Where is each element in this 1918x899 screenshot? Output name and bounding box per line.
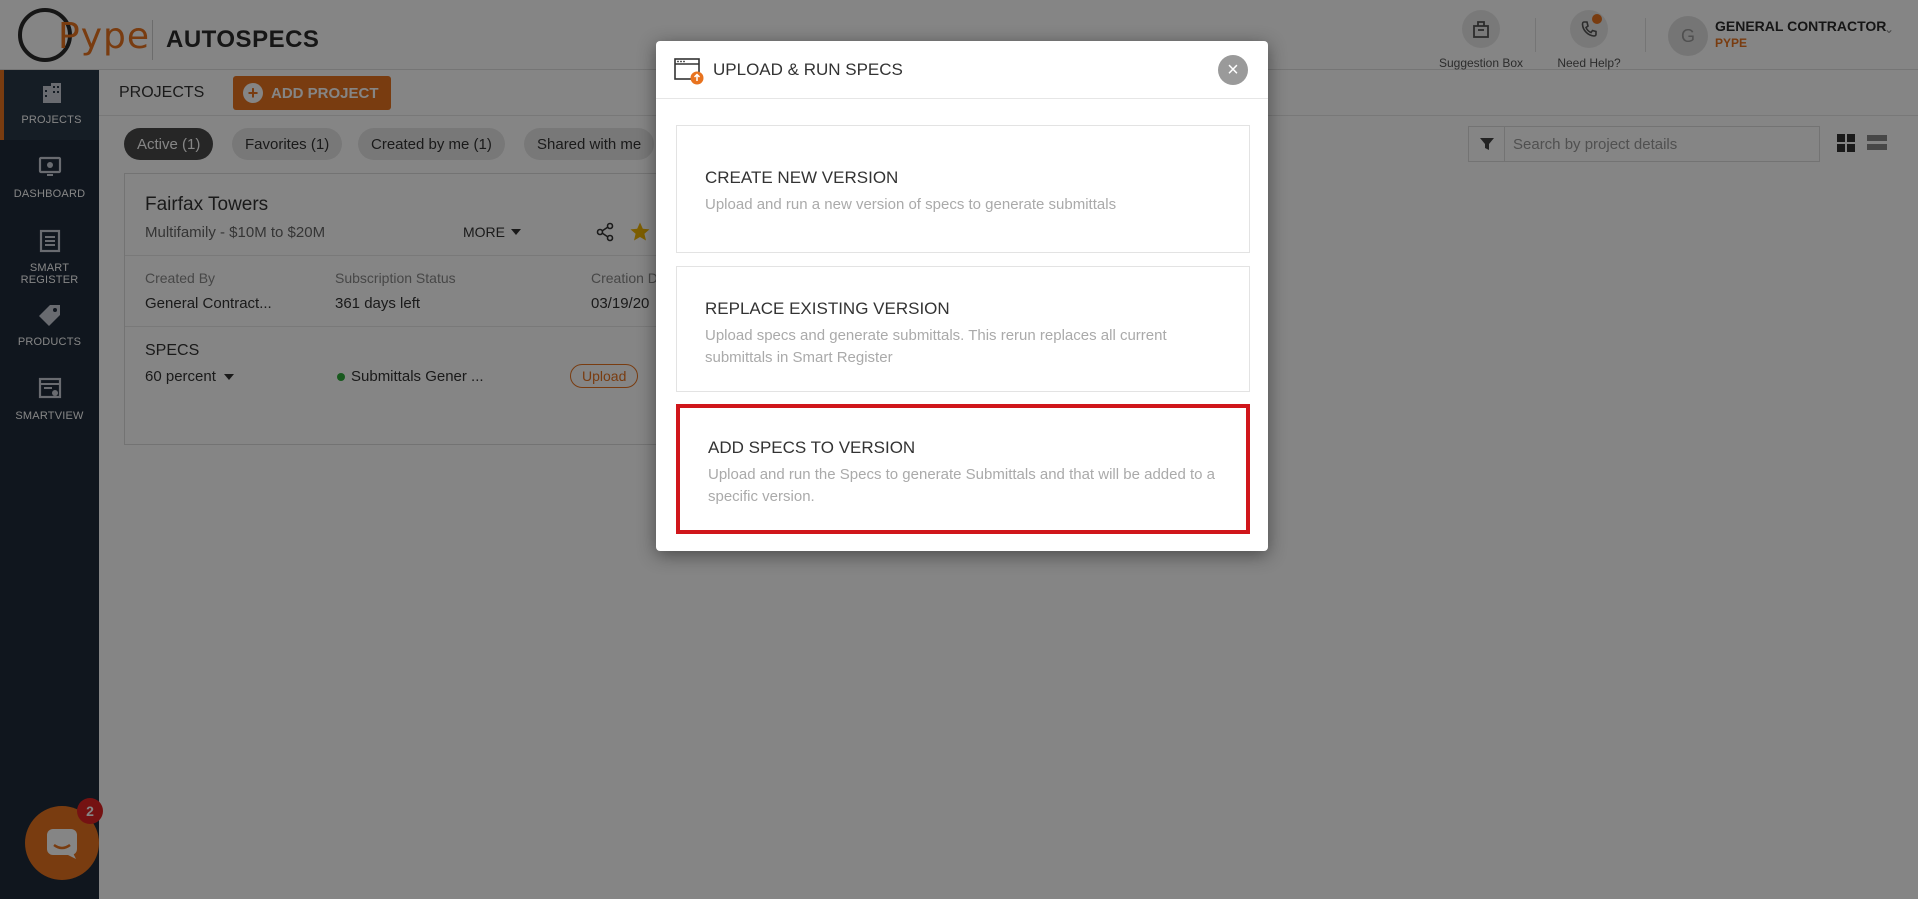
replace-existing-version-option[interactable]: REPLACE EXISTING VERSION Upload specs an… <box>676 266 1250 392</box>
option-title: CREATE NEW VERSION <box>705 168 899 187</box>
option-description: Upload specs and generate submittals. Th… <box>705 327 1167 366</box>
upload-window-icon <box>674 58 704 85</box>
upload-run-specs-modal: UPLOAD & RUN SPECS × CREATE NEW VERSION … <box>656 41 1268 551</box>
option-title: ADD SPECS TO VERSION <box>708 438 916 457</box>
add-specs-to-version-option[interactable]: ADD SPECS TO VERSION Upload and run the … <box>676 404 1250 534</box>
option-description: Upload and run the Specs to generate Sub… <box>708 466 1216 505</box>
create-new-version-option[interactable]: CREATE NEW VERSION Upload and run a new … <box>676 125 1250 253</box>
close-icon[interactable]: × <box>1218 55 1248 85</box>
modal-header: UPLOAD & RUN SPECS × <box>656 41 1268 99</box>
option-description: Upload and run a new version of specs to… <box>705 196 1117 213</box>
modal-title: UPLOAD & RUN SPECS <box>713 60 903 79</box>
option-title: REPLACE EXISTING VERSION <box>705 299 950 318</box>
